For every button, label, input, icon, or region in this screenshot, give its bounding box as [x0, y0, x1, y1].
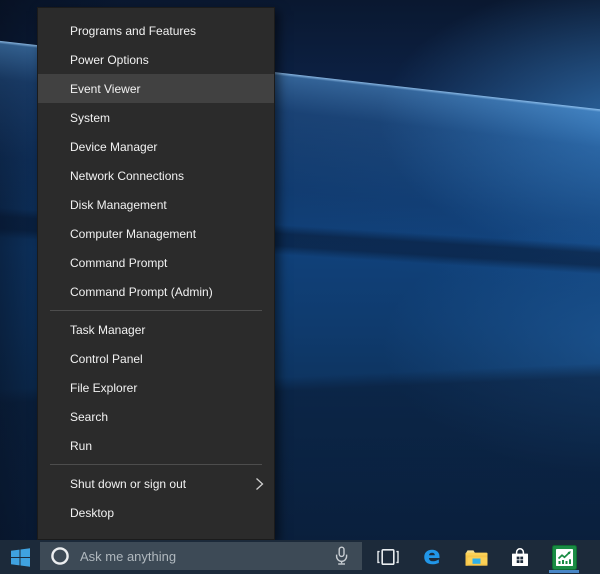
menu-item-control-panel[interactable]: Control Panel: [38, 344, 274, 373]
running-app-indicator: [549, 570, 579, 573]
menu-item-run[interactable]: Run: [38, 431, 274, 460]
money-app-button[interactable]: [542, 540, 586, 574]
cortana-circle-icon: [50, 546, 70, 566]
task-view-button[interactable]: [366, 540, 410, 574]
start-button[interactable]: [0, 540, 40, 574]
submenu-chevron-icon: [255, 477, 264, 490]
menu-item-system[interactable]: System: [38, 103, 274, 132]
search-input[interactable]: [80, 549, 328, 564]
menu-item-network-connections[interactable]: Network Connections: [38, 161, 274, 190]
menu-item-event-viewer[interactable]: Event Viewer: [38, 74, 274, 103]
taskbar: e: [0, 540, 600, 574]
edge-button[interactable]: e: [410, 540, 454, 574]
screen: Programs and Features Power Options Even…: [0, 0, 600, 574]
money-app-icon: [552, 545, 577, 570]
cortana-search-box[interactable]: [40, 542, 362, 570]
menu-item-computer-management[interactable]: Computer Management: [38, 219, 274, 248]
menu-item-power-options[interactable]: Power Options: [38, 45, 274, 74]
menu-item-file-explorer[interactable]: File Explorer: [38, 373, 274, 402]
menu-item-task-manager[interactable]: Task Manager: [38, 315, 274, 344]
menu-item-device-manager[interactable]: Device Manager: [38, 132, 274, 161]
file-explorer-icon: [464, 547, 489, 567]
microphone-icon[interactable]: [328, 542, 354, 570]
store-icon: [509, 547, 531, 568]
edge-icon: e: [423, 543, 441, 569]
file-explorer-button[interactable]: [454, 540, 498, 574]
menu-item-search[interactable]: Search: [38, 402, 274, 431]
menu-item-desktop[interactable]: Desktop: [38, 498, 274, 527]
winx-context-menu: Programs and Features Power Options Even…: [37, 7, 275, 540]
menu-item-command-prompt[interactable]: Command Prompt: [38, 248, 274, 277]
store-button[interactable]: [498, 540, 542, 574]
menu-separator: [50, 464, 262, 465]
menu-item-shutdown-or-sign-out[interactable]: Shut down or sign out: [38, 469, 274, 498]
menu-item-disk-management[interactable]: Disk Management: [38, 190, 274, 219]
menu-separator: [50, 310, 262, 311]
windows-logo-icon: [11, 548, 30, 567]
menu-item-programs-and-features[interactable]: Programs and Features: [38, 16, 274, 45]
menu-item-label: Shut down or sign out: [70, 477, 186, 491]
task-view-icon: [376, 547, 400, 567]
menu-item-command-prompt-admin[interactable]: Command Prompt (Admin): [38, 277, 274, 306]
